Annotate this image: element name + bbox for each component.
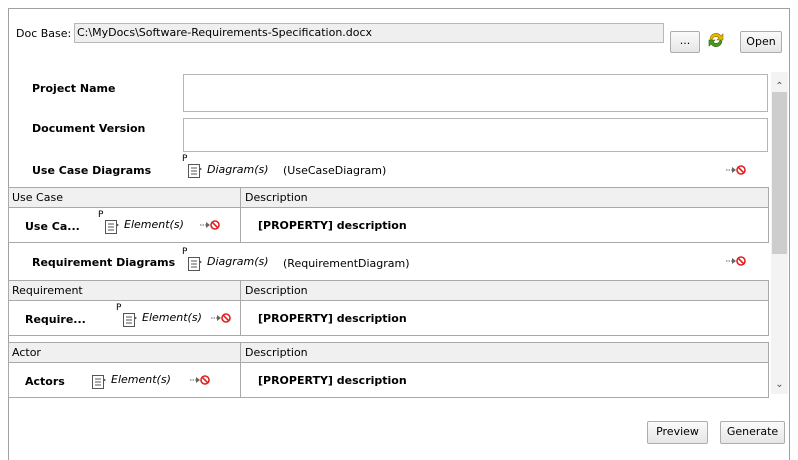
preview-button-label: Preview [656,425,699,438]
column-header: Actor [12,346,41,359]
arrow-remove-icon[interactable] [189,374,211,386]
open-button-label: Open [746,35,776,48]
arrow-remove-icon[interactable] [210,312,232,324]
element-label[interactable]: Element(s) [111,373,171,386]
requirement-table: Requirement Description Require... P Ele… [8,280,769,336]
element-template-icon[interactable] [187,256,203,272]
element-template-icon[interactable] [187,163,203,179]
table-header [9,281,768,301]
row-description: [PROPERTY] description [258,312,407,325]
row-name: Require... [25,313,86,326]
requirement-diagrams-title: Requirement Diagrams [32,256,176,269]
requirement-diagram-label[interactable]: Diagram(s) [207,255,269,268]
column-header: Requirement [12,284,83,297]
row-description: [PROPERTY] description [258,219,407,232]
column-divider [240,188,241,242]
element-label[interactable]: Element(s) [124,218,184,231]
doc-base-path-text: C:\MyDocs\Software-Requirements-Specific… [77,26,373,39]
browse-button-label: ... [679,34,691,47]
element-template-icon[interactable] [122,312,138,328]
use-case-diagrams-title: Use Case Diagrams [32,164,152,177]
open-button[interactable]: Open [740,31,782,53]
doc-base-path-field[interactable]: C:\MyDocs\Software-Requirements-Specific… [74,23,664,43]
doc-base-label: Doc Base: [16,27,72,40]
use-case-diagram-label[interactable]: Diagram(s) [207,163,269,176]
project-name-input[interactable] [183,74,768,112]
generate-button[interactable]: Generate [720,421,785,444]
generate-button-label: Generate [726,425,779,438]
element-template-icon[interactable] [91,374,107,390]
column-divider [240,343,241,397]
table-header [9,188,768,208]
column-header: Description [245,191,308,204]
row-name: Actors [25,375,65,388]
refresh-icon[interactable] [706,30,726,50]
use-case-diagram-type: (UseCaseDiagram) [283,164,387,177]
column-header: Use Case [12,191,63,204]
arrow-remove-icon[interactable] [725,164,747,176]
actor-table: Actor Description Actors Element(s) [PRO… [8,342,769,398]
column-header: Description [245,346,308,359]
project-name-label: Project Name [32,82,116,95]
use-case-table: Use Case Description Use Ca... P Element… [8,187,769,243]
browse-button[interactable]: ... [670,31,700,53]
element-template-icon[interactable] [104,219,120,235]
preview-button[interactable]: Preview [647,421,708,444]
arrow-remove-icon[interactable] [725,255,747,267]
row-description: [PROPERTY] description [258,374,407,387]
requirement-diagram-type: (RequirementDiagram) [283,257,410,270]
arrow-remove-icon[interactable] [199,219,221,231]
template-marker: P [116,303,122,313]
element-label[interactable]: Element(s) [142,311,202,324]
document-version-input[interactable] [183,118,768,152]
row-name: Use Ca... [25,220,80,233]
document-version-label: Document Version [32,122,146,135]
scroll-down-icon[interactable]: ⌄ [771,376,788,394]
column-divider [240,281,241,335]
scrollbar-thumb[interactable] [772,92,787,254]
column-header: Description [245,284,308,297]
table-header [9,343,768,363]
template-marker: P [98,210,104,220]
